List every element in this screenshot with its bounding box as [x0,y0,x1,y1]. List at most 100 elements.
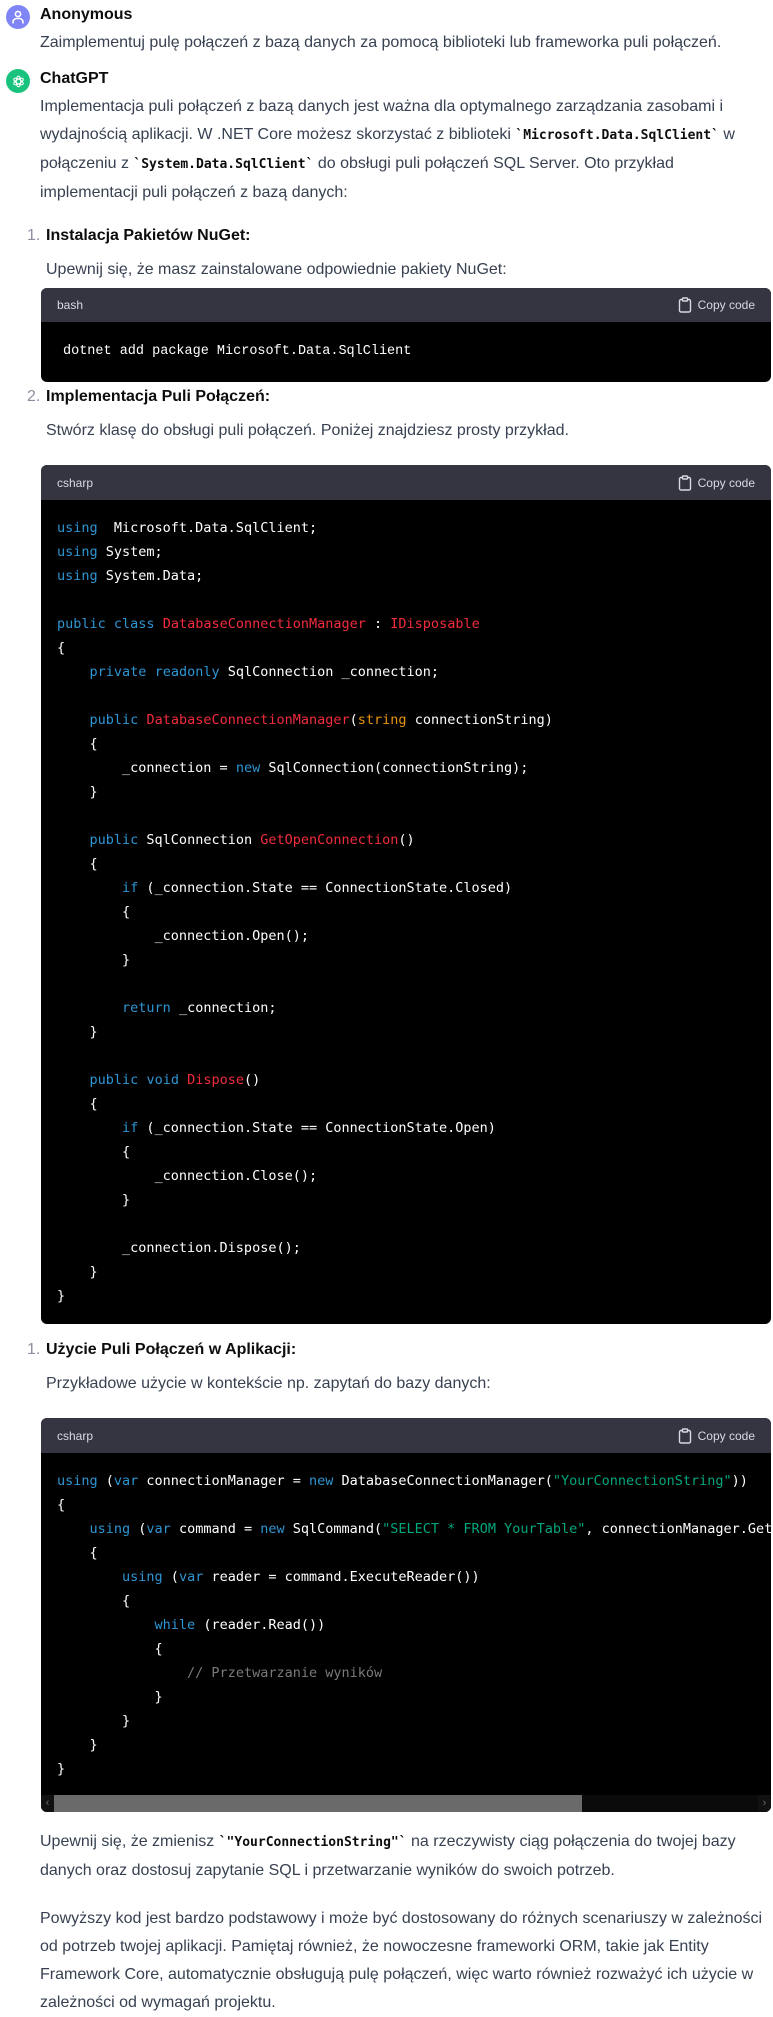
code-token: { [57,1144,131,1160]
outro-paragraph: Upewnij się, że zmienisz `"YourConnectio… [40,1828,765,1885]
code-content: using (var connectionManager = new Datab… [41,1453,771,1795]
code-block-header: csharp Copy code [41,465,771,500]
code-block-header: csharp Copy code [41,1418,771,1453]
list-number: 1. [27,227,41,244]
code-line: using (var command = new SqlCommand("SEL… [57,1517,771,1541]
code-line: } [57,1685,755,1709]
code-token: using [57,520,98,536]
inline-code: `System.Data.SqlClient` [133,157,314,172]
code-line: } [57,780,755,804]
code-token: var [113,1473,139,1489]
assistant-message: ChatGPT Implementacja puli połączeń z ba… [0,64,773,207]
outro-paragraph: Powyższy kod jest bardzo podstawowy i mo… [40,1910,763,2011]
code-token: { [57,1096,98,1112]
code-line: { [57,1637,755,1661]
code-token: , connectionManager.GetOpenConnection())… [585,1521,771,1537]
step-2: 2. Implementacja Puli Połączeń: Stwórz k… [27,383,773,1324]
code-line: using Microsoft.Data.SqlClient; [57,516,755,540]
code-line: if (_connection.State == ConnectionState… [57,876,755,900]
user-message-text: Zaimplementuj pulę połączeń z bazą danyc… [40,34,722,51]
list-item: 1. Instalacja Pakietów NuGet: Upewnij si… [27,222,773,284]
code-line: { [57,636,755,660]
code-token: } [57,1689,163,1705]
step-3: 1. Użycie Puli Połączeń w Aplikacji: Prz… [27,1336,773,1812]
user-message: Anonymous Zaimplementuj pulę połączeń z … [0,0,773,57]
copy-code-label: Copy code [697,298,755,312]
step-title: Implementacja Puli Połączeń: [46,388,271,405]
code-token: _connection.Close(); [57,1168,318,1184]
code-line: private readonly SqlConnection _connecti… [57,660,755,684]
code-line: } [57,1757,755,1781]
code-token: void [146,1072,179,1088]
user-icon [12,10,24,24]
code-line: { [57,1493,755,1517]
code-token: { [57,1497,66,1513]
code-line: public SqlConnection GetOpenConnection() [57,828,755,852]
inline-code: `"YourConnectionString"` [218,1835,407,1850]
code-block-header: bash Copy code [41,288,771,322]
code-token: "SELECT * FROM YourTable" [382,1521,586,1537]
clipboard-icon [678,297,691,313]
code-language-label: csharp [57,1428,94,1443]
code-line: { [57,900,755,924]
code-token: new [308,1473,334,1489]
scroll-left-arrow-icon[interactable]: ‹ [41,1795,54,1812]
code-block-csharp: csharp Copy code using Microsoft.Data.Sq… [41,465,771,1324]
code-token: _connection; [170,1000,277,1016]
list-number: 2. [27,388,41,405]
code-line: public DatabaseConnectionManager(string … [57,708,755,732]
code-line: _connection.Close(); [57,1164,755,1188]
code-token: using [89,1521,131,1537]
assistant-intro: Implementacja puli połączeń z bazą danyc… [40,93,760,207]
code-token: SqlCommand( [284,1521,383,1537]
code-token: readonly [154,664,220,680]
copy-code-button[interactable]: Copy code [678,1427,755,1444]
code-token: () [244,1072,261,1088]
code-token: System; [97,544,163,560]
user-author-name: Anonymous [40,6,133,23]
code-line: } [57,948,755,972]
scroll-right-arrow-icon[interactable]: › [758,1795,771,1812]
step-description: Stwórz klasę do obsługi puli połączeń. P… [46,422,569,439]
horizontal-scrollbar[interactable]: ‹ › [41,1795,771,1812]
code-token: _connection.Dispose(); [57,1240,301,1256]
code-content: dotnet add package Microsoft.Data.SqlCli… [41,322,771,382]
outro-text: Upewnij się, że zmienisz [40,1833,219,1850]
copy-code-button[interactable]: Copy code [678,297,755,313]
copy-code-label: Copy code [697,475,755,490]
user-avatar [6,5,30,29]
code-block-csharp: csharp Copy code using (var connectionMa… [41,1418,771,1812]
code-token: if [122,1120,139,1136]
code-token: DatabaseConnectionManager( [333,1473,553,1489]
code-line: { [57,1140,755,1164]
code-token: public [57,616,106,632]
scrollbar-thumb[interactable] [54,1795,582,1812]
code-token: if [122,880,139,896]
code-token: (reader.Read()) [195,1617,326,1633]
assistant-avatar [6,69,30,93]
code-line: } [57,1020,755,1044]
code-line: { [57,732,755,756]
code-language-label: bash [57,298,84,312]
code-token: { [57,856,98,872]
code-token: } [57,1761,66,1777]
code-line: if (_connection.State == ConnectionState… [57,1116,755,1140]
code-line: _connection.Dispose(); [57,1236,755,1260]
code-line: } [57,1284,755,1308]
code-line: return _connection; [57,996,755,1020]
code-token: _connection = [57,760,236,776]
code-token: } [57,1288,66,1304]
step-description: Upewnij się, że masz zainstalowane odpow… [46,261,507,278]
code-token: GetOpenConnection [260,832,399,848]
code-token: } [57,784,98,800]
code-line: public void Dispose() [57,1068,755,1092]
copy-code-button[interactable]: Copy code [678,474,755,491]
code-token: { [57,736,98,752]
